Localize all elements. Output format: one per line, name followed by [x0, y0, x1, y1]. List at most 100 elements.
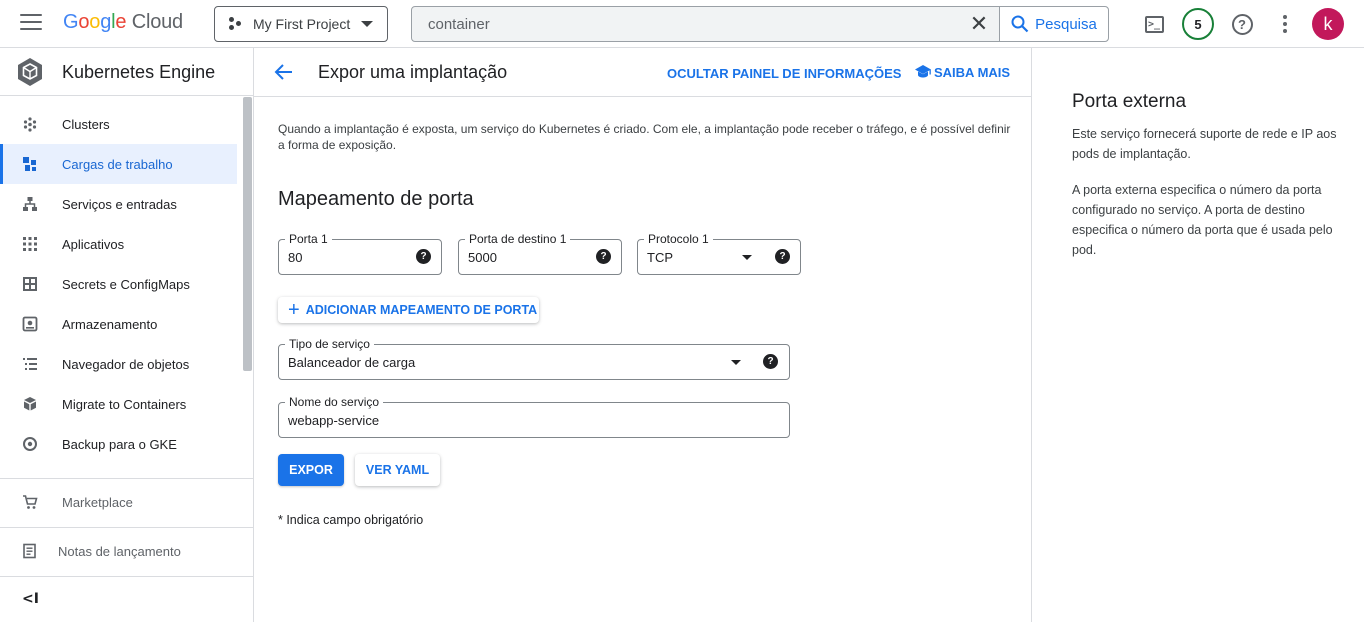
sidebar-item-storage[interactable]: Armazenamento: [0, 304, 237, 344]
help-button[interactable]: ?: [1228, 8, 1256, 40]
search-input[interactable]: [412, 7, 959, 41]
sidebar-item-label: Navegador de objetos: [62, 356, 190, 372]
help-icon[interactable]: ?: [416, 249, 431, 264]
sidebar-item-label: Aplicativos: [62, 236, 125, 252]
target-port-value: 5000: [468, 250, 497, 265]
help-icon[interactable]: ?: [775, 249, 790, 264]
account-button[interactable]: k: [1312, 8, 1344, 40]
intro-text: Quando a implantação é exposta, um servi…: [278, 122, 1011, 152]
sidebar-item-clusters[interactable]: Clusters: [0, 104, 237, 144]
info-panel-paragraph-2: A porta externa especifica o número da p…: [1072, 183, 1333, 257]
add-port-mapping-label: ADICIONAR MAPEAMENTO DE PORTA: [305, 303, 538, 317]
backup-icon: [22, 436, 38, 452]
marketplace-label: Marketplace: [62, 494, 133, 510]
release-notes-icon: [22, 543, 38, 562]
help-icon[interactable]: ?: [596, 249, 611, 264]
search-button[interactable]: Pesquisa: [999, 7, 1108, 41]
service-type-value: Balanceador de carga: [288, 355, 416, 370]
apps-icon: [22, 236, 38, 252]
protocol-label: Protocolo 1: [644, 232, 713, 246]
sidebar-nav: Clusters Cargas de trabalho Serviços e e…: [0, 104, 237, 464]
section-title: Mapeamento de porta: [278, 188, 474, 210]
protocol-value: TCP: [647, 250, 673, 265]
sidebar-item-label: Backup para o GKE: [62, 436, 177, 452]
service-name-field[interactable]: Nome do serviço webapp-service: [278, 395, 790, 438]
sidebar-item-object-browser[interactable]: Navegador de objetos: [0, 344, 237, 384]
search-button-label: Pesquisa: [1035, 15, 1097, 33]
sidebar-item-label: Cargas de trabalho: [62, 156, 173, 172]
sidebar-item-migrate[interactable]: Migrate to Containers: [0, 384, 237, 424]
hide-info-panel-button[interactable]: OCULTAR PAINEL DE INFORMAÇÕES: [667, 66, 901, 81]
clusters-icon: [22, 116, 38, 132]
release-notes-label: Notas de lançamento: [58, 543, 181, 559]
page-title: Expor uma implantação: [318, 62, 508, 82]
add-port-mapping-button[interactable]: + ADICIONAR MAPEAMENTO DE PORTA: [278, 297, 539, 323]
migrate-icon: [22, 396, 38, 412]
project-icon: [229, 17, 243, 31]
learn-more-button[interactable]: SAIBA MAIS: [914, 64, 1010, 80]
service-name-label: Nome do serviço: [285, 395, 384, 409]
project-name: My First Project: [253, 16, 351, 32]
info-panel-paragraph-1: Este serviço fornecerá suporte de rede e…: [1072, 127, 1337, 161]
storage-icon: [22, 316, 38, 332]
top-bar: Google Cloud My First Project ✕ Pesquisa…: [0, 0, 1364, 48]
sidebar-item-marketplace[interactable]: Marketplace: [0, 482, 253, 522]
plus-icon: +: [288, 299, 300, 321]
product-title: Kubernetes Engine: [62, 62, 216, 82]
sidebar-item-secrets[interactable]: Secrets e ConfigMaps: [0, 264, 237, 304]
object-browser-icon: [22, 356, 38, 372]
secrets-icon: [22, 276, 38, 292]
sidebar-scrollbar[interactable]: [243, 97, 252, 371]
info-panel: Porta externa Este serviço fornecerá sup…: [1031, 48, 1364, 622]
sidebar-item-label: Armazenamento: [62, 316, 158, 332]
sidebar-item-label: Secrets e ConfigMaps: [62, 276, 190, 292]
dropdown-arrow-icon: [731, 360, 741, 365]
project-selector[interactable]: My First Project: [214, 6, 388, 42]
dropdown-arrow-icon: [742, 255, 752, 260]
learn-more-label: SAIBA MAIS: [934, 64, 1011, 80]
sidebar-item-services[interactable]: Serviços e entradas: [0, 184, 237, 224]
service-type-select[interactable]: Tipo de serviço Balanceador de carga ?: [278, 337, 790, 380]
main-content: Expor uma implantação OCULTAR PAINEL DE …: [254, 48, 1031, 622]
school-icon: [915, 65, 931, 78]
protocol-select[interactable]: Protocolo 1 TCP ?: [637, 232, 801, 275]
view-yaml-button[interactable]: VER YAML: [355, 454, 440, 486]
required-field-note: * Indica campo obrigatório: [278, 513, 424, 527]
logo-cloud: Cloud: [131, 11, 183, 33]
port-field[interactable]: Porta 1 80 ?: [278, 232, 442, 275]
sidebar-item-backup[interactable]: Backup para o GKE: [0, 424, 237, 464]
sidebar: Kubernetes Engine Clusters Cargas de tra…: [0, 48, 254, 622]
sidebar-item-label: Serviços e entradas: [62, 196, 177, 212]
back-arrow-icon[interactable]: [272, 60, 296, 84]
search-bar: ✕ Pesquisa: [411, 6, 1109, 42]
help-icon[interactable]: ?: [763, 354, 778, 369]
sidebar-divider: [0, 478, 253, 479]
service-type-label: Tipo de serviço: [285, 337, 374, 351]
sidebar-divider: [0, 527, 253, 528]
sidebar-item-release-notes[interactable]: Notas de lançamento: [0, 531, 253, 571]
sidebar-item-label: Clusters: [62, 116, 110, 132]
sidebar-item-apps[interactable]: Aplicativos: [0, 224, 237, 264]
avatar: k: [1312, 8, 1344, 40]
kubernetes-engine-icon: [18, 58, 42, 86]
notifications-button[interactable]: 5: [1182, 8, 1214, 40]
google-cloud-logo[interactable]: Google Cloud: [63, 11, 183, 34]
help-icon: ?: [1231, 13, 1253, 35]
terminal-icon: >_: [1144, 15, 1164, 33]
more-options-icon[interactable]: [1273, 8, 1297, 40]
menu-icon[interactable]: [20, 14, 42, 32]
service-name-value: webapp-service: [288, 413, 380, 428]
chevron-down-icon: [361, 21, 373, 27]
sidebar-item-label: Migrate to Containers: [62, 396, 187, 412]
target-port-label: Porta de destino 1: [465, 232, 571, 246]
target-port-field[interactable]: Porta de destino 1 5000 ?: [458, 232, 622, 275]
info-panel-title: Porta externa: [1072, 91, 1187, 112]
workloads-icon: [22, 156, 38, 172]
cloud-shell-button[interactable]: >_: [1138, 8, 1170, 40]
cart-icon: [22, 494, 38, 513]
notifications-count: 5: [1182, 8, 1214, 40]
collapse-sidebar-icon[interactable]: <I: [22, 591, 39, 607]
sidebar-item-workloads[interactable]: Cargas de trabalho: [0, 144, 237, 184]
expose-button[interactable]: EXPOR: [278, 454, 344, 486]
clear-icon[interactable]: ✕: [959, 7, 999, 41]
